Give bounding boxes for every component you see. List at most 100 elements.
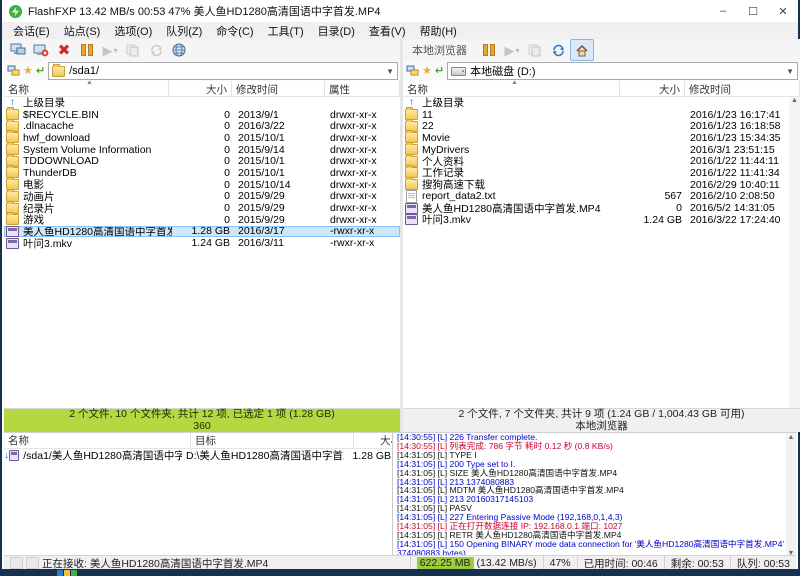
local-path-combobox[interactable]: 本地磁盘 (D:) ▼ — [447, 62, 798, 80]
local-path-value: 本地磁盘 (D:) — [470, 63, 782, 79]
taskbar-app-icon[interactable] — [57, 570, 77, 576]
column-header-3[interactable]: 修改时间 — [685, 81, 800, 96]
file-date: 2016/1/22 11:44:11 — [686, 155, 800, 167]
column-header-1[interactable]: 名称▲ — [4, 81, 169, 96]
menu-item[interactable]: 站点(S) — [57, 22, 108, 40]
window-title: FlashFXP 13.42 MB/s 00:53 47% 美人鱼HD1280高… — [28, 3, 381, 19]
file-size: 1.24 GB — [172, 237, 234, 249]
file-date: 2016/5/2 14:31:05 — [686, 202, 800, 214]
menu-item[interactable]: 会话(E) — [6, 22, 57, 40]
start-transfer-button[interactable]: ▶ ▾ — [99, 40, 121, 60]
file-row[interactable]: 叶问3.mkv1.24 GB2016/3/22 17:24:40 — [403, 214, 800, 226]
media-icon — [6, 226, 19, 237]
go-arrow-icon[interactable]: ↵ — [435, 65, 444, 77]
log-scrollbar[interactable]: ▲ ▼ — [786, 432, 796, 558]
transferred-amount: 622.25 MB — [417, 557, 474, 569]
file-name: System Volume Information — [19, 144, 172, 156]
sort-ascending-icon: ▲ — [86, 81, 93, 86]
file-date: 2015/9/29 — [234, 190, 326, 202]
connect-button[interactable] — [7, 40, 29, 60]
file-size: 0 — [172, 167, 234, 179]
file-row[interactable]: 222016/1/23 16:18:58 — [403, 120, 800, 132]
folder-switch-icon[interactable] — [406, 65, 419, 77]
minimize-button[interactable]: – — [708, 0, 738, 22]
play-icon: ▶ — [102, 44, 112, 57]
file-row[interactable]: System Volume Information02015/9/14drwxr… — [4, 144, 400, 156]
queue-item-row[interactable]: ↓/sda1/美人鱼HD1280高清国语中字首发.MP4D:\美人鱼HD1280… — [4, 449, 392, 462]
queue-transfer-button[interactable] — [122, 40, 144, 60]
go-arrow-icon[interactable]: ↵ — [36, 65, 45, 77]
local-queue-button[interactable] — [524, 40, 546, 60]
file-date: 2016/1/22 11:41:34 — [686, 167, 800, 179]
remote-path-combobox[interactable]: /sda1/ ▼ — [48, 62, 398, 80]
column-header-3[interactable]: 修改时间 — [232, 81, 325, 96]
file-row[interactable]: 搜狗高速下载2016/2/29 10:40:11 — [403, 179, 800, 191]
file-size: 1.28 GB — [172, 225, 234, 237]
file-row[interactable]: ↑上级目录 — [403, 97, 800, 109]
scroll-up-icon[interactable]: ▲ — [791, 97, 798, 408]
favorites-star-icon[interactable]: ★ — [23, 65, 33, 77]
local-start-button[interactable]: ▶ ▾ — [501, 40, 523, 60]
column-header-1[interactable]: 名称▲ — [403, 81, 620, 96]
abort-button[interactable]: ✖ — [53, 40, 75, 60]
local-list-scrollbar[interactable]: ▲ — [789, 97, 800, 408]
queue-column-header-1[interactable]: 名称 — [4, 433, 191, 448]
column-header-4[interactable]: 属性 — [325, 81, 400, 96]
refresh-remote-button[interactable] — [145, 40, 167, 60]
remote-pane: ✖ ▶ ▾ — [4, 39, 400, 432]
site-manager-button[interactable] — [168, 40, 190, 60]
remote-status-site: 360 — [4, 421, 400, 433]
file-name: Movie — [418, 132, 622, 144]
home-button[interactable] — [570, 39, 594, 61]
file-row[interactable]: 叶问3.mkv1.24 GB2016/3/11-rwxr-xr-x — [4, 237, 400, 249]
file-row[interactable]: TDDOWNLOAD02015/10/1drwxr-xr-x — [4, 155, 400, 167]
menu-item[interactable]: 目录(D) — [311, 22, 362, 40]
menu-item[interactable]: 查看(V) — [362, 22, 413, 40]
queue-column-header-2[interactable]: 目标 — [191, 433, 354, 448]
local-toolbar: 本地浏览器 ▶ ▾ — [403, 39, 800, 61]
status-elapsed-segment: 已用时间: 00:46 — [578, 556, 665, 570]
local-pause-button[interactable] — [478, 40, 500, 60]
flashfxp-logo-icon — [8, 4, 23, 19]
menu-item[interactable]: 选项(O) — [107, 22, 159, 40]
disconnect-button[interactable] — [30, 40, 52, 60]
drive-icon — [451, 67, 466, 76]
windows-taskbar[interactable] — [2, 569, 798, 576]
chevron-down-icon[interactable]: ▼ — [786, 67, 794, 76]
media-icon — [6, 238, 19, 249]
file-attr: drwxr-xr-x — [326, 167, 400, 179]
folder-icon — [52, 66, 65, 77]
chevron-down-icon[interactable]: ▼ — [386, 67, 394, 76]
menu-item[interactable]: 工具(T) — [261, 22, 311, 40]
favorites-star-icon[interactable]: ★ — [422, 65, 432, 77]
session-log-panel: [14:30:55] [L] 226 Transfer complete.[14… — [392, 432, 797, 556]
file-row[interactable]: 112016/1/23 16:17:41 — [403, 109, 800, 121]
file-row[interactable]: Movie2016/1/23 15:34:35 — [403, 132, 800, 144]
file-name: 22 — [418, 120, 622, 132]
menu-item[interactable]: 命令(C) — [209, 22, 260, 40]
file-size: 567 — [622, 190, 686, 202]
column-header-2[interactable]: 大小 — [620, 81, 685, 96]
file-row[interactable]: hwf_download02015/10/1drwxr-xr-x — [4, 132, 400, 144]
file-row[interactable]: .dlnacache02016/3/22drwxr-xr-x — [4, 120, 400, 132]
maximize-button[interactable]: ☐ — [738, 0, 768, 22]
file-size: 0 — [172, 109, 234, 121]
folder-switch-icon[interactable] — [7, 65, 20, 77]
file-size: 0 — [172, 214, 234, 226]
connection-icon — [26, 557, 39, 569]
close-button[interactable]: ✕ — [768, 0, 798, 22]
file-row[interactable]: $RECYCLE.BIN02013/9/1drwxr-xr-x — [4, 109, 400, 121]
text-icon — [406, 190, 417, 203]
pause-button[interactable] — [76, 40, 98, 60]
menu-item[interactable]: 队列(Z) — [159, 22, 209, 40]
refresh-local-button[interactable] — [547, 40, 569, 60]
file-size: 0 — [172, 120, 234, 132]
folder-icon — [6, 214, 19, 225]
file-row[interactable]: ↑上级目录 — [4, 97, 400, 109]
scroll-up-icon[interactable]: ▲ — [788, 434, 795, 441]
menu-item[interactable]: 帮助(H) — [413, 22, 464, 40]
file-size: 0 — [172, 155, 234, 167]
status-progress-segment: 622.25 MB (13.42 MB/s) — [411, 556, 544, 570]
abort-icon: ✖ — [58, 44, 71, 57]
column-header-2[interactable]: 大小 — [169, 81, 232, 96]
